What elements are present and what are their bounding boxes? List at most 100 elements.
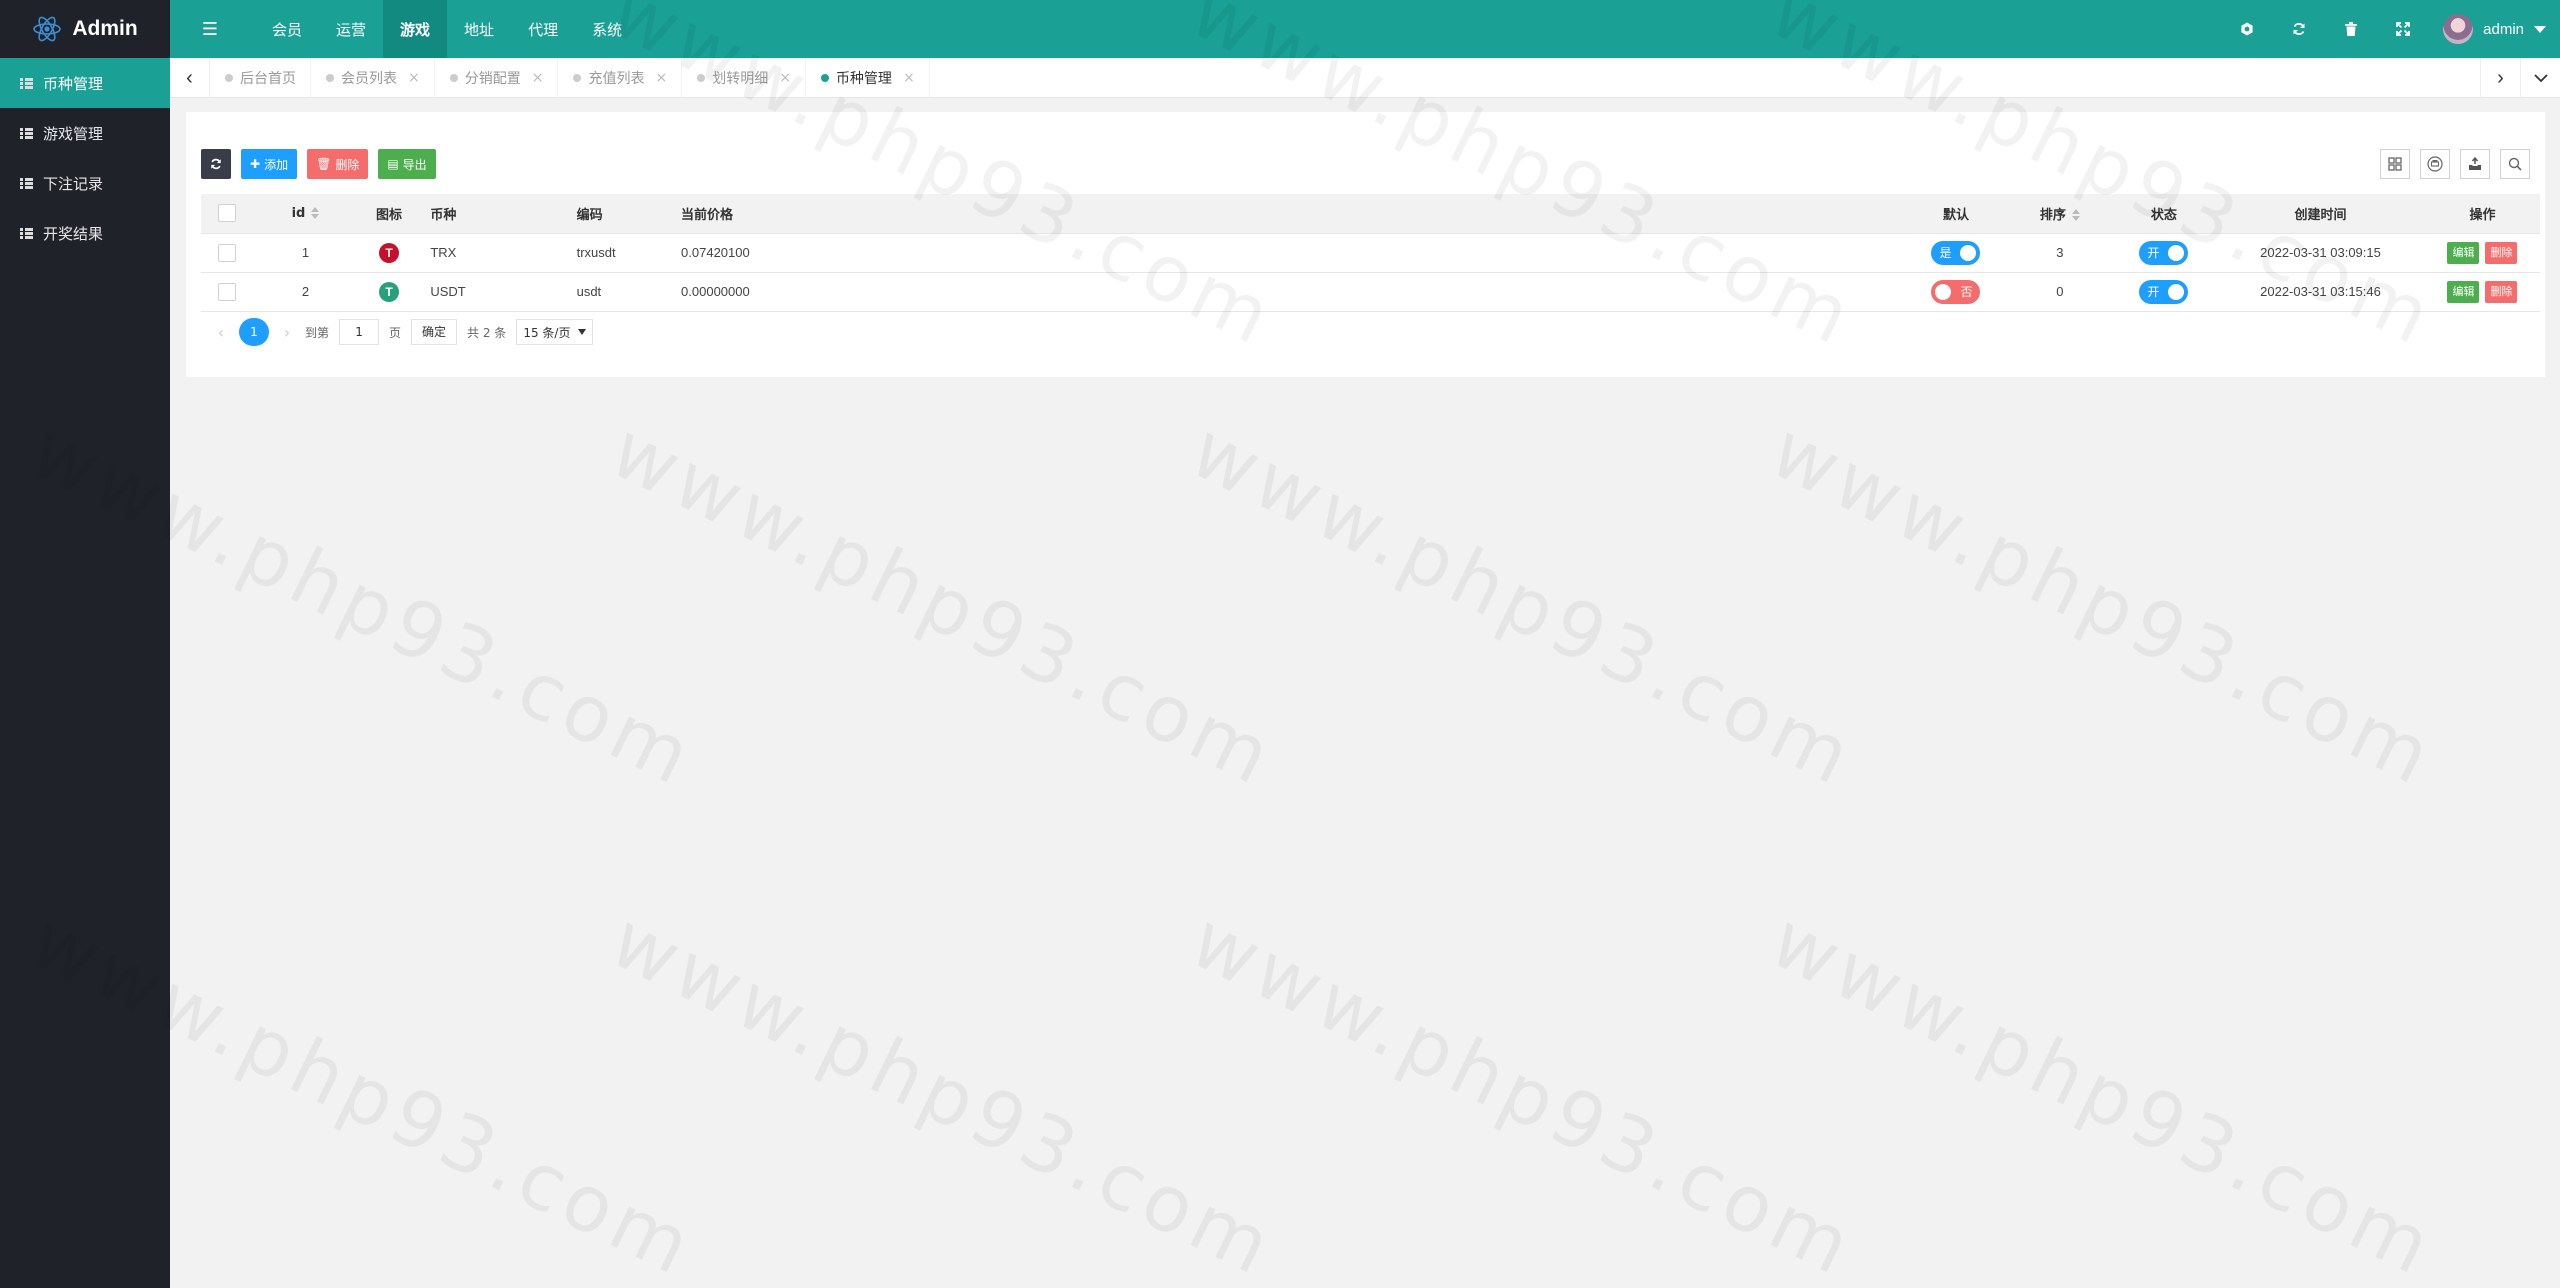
prev-page-icon[interactable]: ‹ xyxy=(213,323,229,342)
select-all-checkbox[interactable] xyxy=(218,204,237,223)
list-icon xyxy=(20,77,33,89)
column-header-sort[interactable]: 排序 xyxy=(2008,194,2112,233)
sidebar-item-currency[interactable]: 币种管理 xyxy=(0,58,170,108)
chevron-right-icon[interactable]: › xyxy=(2480,58,2520,98)
cell-id: 1 xyxy=(253,232,358,273)
tab-dot xyxy=(697,74,706,82)
export-button-label: 导出 xyxy=(402,157,427,172)
cell-price: 0.07420100 xyxy=(671,232,1904,273)
nav-item-member[interactable]: 会员 xyxy=(255,0,319,58)
refresh-icon xyxy=(211,158,221,170)
refresh-button[interactable] xyxy=(201,149,231,179)
cell-code: trxusdt xyxy=(566,232,672,273)
plus-icon: ✚ xyxy=(250,157,261,171)
goto-label: 到第 xyxy=(305,325,330,340)
default-toggle[interactable]: 是 xyxy=(1931,240,1981,265)
column-header-icon: 图标 xyxy=(357,194,421,233)
toggle-label: 开 xyxy=(2147,246,2160,260)
page-unit-label: 页 xyxy=(389,325,402,340)
close-icon[interactable]: × xyxy=(532,70,544,86)
tab-dashboard[interactable]: 后台首页 xyxy=(210,58,311,98)
nav-item-operation[interactable]: 运营 xyxy=(319,0,383,58)
tab-dot xyxy=(573,74,582,82)
list-icon xyxy=(20,127,33,139)
sort-icon[interactable] xyxy=(2071,209,2080,222)
watermark-text: www.php93.com xyxy=(597,895,1290,1288)
list-icon xyxy=(20,227,33,239)
row-checkbox[interactable] xyxy=(218,243,237,262)
nav-item-system[interactable]: 系统 xyxy=(575,0,639,58)
settings-icon[interactable] xyxy=(2221,0,2273,58)
goto-page-input[interactable]: 1 xyxy=(339,319,380,345)
close-icon[interactable]: × xyxy=(655,70,667,86)
edit-button[interactable]: 编辑 xyxy=(2447,241,2480,264)
fullscreen-icon[interactable] xyxy=(2377,0,2429,58)
cell-price: 0.00000000 xyxy=(671,271,1904,312)
tab-recharge[interactable]: 充值列表 × xyxy=(558,58,683,98)
sidebar-item-games[interactable]: 游戏管理 xyxy=(0,108,170,158)
cell-created: 2022-03-31 03:15:46 xyxy=(2216,271,2425,312)
row-checkbox[interactable] xyxy=(218,282,237,301)
edit-button[interactable]: 编辑 xyxy=(2447,280,2480,303)
tab-label: 会员列表 xyxy=(341,71,397,87)
status-toggle[interactable]: 开 xyxy=(2139,240,2189,265)
toggle-label: 否 xyxy=(1960,285,1973,299)
columns-filter-icon[interactable] xyxy=(2380,149,2410,179)
tab-currency[interactable]: 币种管理 × xyxy=(806,58,930,98)
tab-list: 后台首页 会员列表 × 分销配置 × 充值列表 × 划转明细 × 币种管理 × xyxy=(210,58,930,98)
table-tools xyxy=(2380,149,2530,179)
watermark-text: www.php93.com xyxy=(1757,405,2450,805)
sidebar-item-bets[interactable]: 下注记录 xyxy=(0,158,170,208)
main-card: ✚ 添加 🗑︎ 删除 ▤ 导出 id 图标 币种 编码 当前价格 默认 排序 状… xyxy=(186,112,2545,377)
user-menu[interactable]: admin xyxy=(2429,14,2560,44)
logo[interactable]: Admin xyxy=(0,0,170,58)
column-header-id[interactable]: id xyxy=(253,194,358,233)
cell-sort: 3 xyxy=(2008,232,2112,273)
nav-item-game[interactable]: 游戏 xyxy=(383,0,448,58)
table-row: 2 T USDT usdt 0.00000000 否 0 开 2022-03-3… xyxy=(201,271,2540,312)
tab-distribution[interactable]: 分销配置 × xyxy=(435,58,559,98)
tab-dot xyxy=(225,74,233,82)
goto-confirm-button[interactable]: 确定 xyxy=(411,319,458,345)
refresh-icon[interactable] xyxy=(2273,0,2325,58)
export-icon[interactable] xyxy=(2460,149,2490,179)
add-button-label: 添加 xyxy=(264,157,289,172)
export-button[interactable]: ▤ 导出 xyxy=(378,149,436,179)
close-icon[interactable]: × xyxy=(903,70,915,86)
table-toolbar: ✚ 添加 🗑︎ 删除 ▤ 导出 xyxy=(201,149,436,179)
trash-icon[interactable] xyxy=(2325,0,2377,58)
sidebar-item-results[interactable]: 开奖结果 xyxy=(0,208,170,258)
currency-table: id 图标 币种 编码 当前价格 默认 排序 状态 创建时间 操作 1 T TR… xyxy=(201,194,2540,312)
default-toggle[interactable]: 否 xyxy=(1931,279,1981,304)
toggle-knob xyxy=(1960,244,1977,261)
status-toggle[interactable]: 开 xyxy=(2139,279,2189,304)
row-delete-button[interactable]: 删除 xyxy=(2485,241,2518,264)
column-header-code: 编码 xyxy=(566,194,672,233)
tab-label: 划转明细 xyxy=(712,71,769,87)
tab-member-list[interactable]: 会员列表 × xyxy=(311,58,435,98)
close-icon[interactable]: × xyxy=(408,70,420,86)
nav-item-address[interactable]: 地址 xyxy=(447,0,511,58)
current-page[interactable]: 1 xyxy=(239,318,269,346)
toggle-knob xyxy=(2168,283,2185,300)
search-icon[interactable] xyxy=(2500,149,2530,179)
menu-toggle-icon[interactable]: ☰ xyxy=(198,17,222,41)
delete-button[interactable]: 🗑︎ 删除 xyxy=(307,149,369,179)
table-row: 1 T TRX trxusdt 0.07420100 是 3 开 2022-03… xyxy=(201,232,2540,273)
avatar xyxy=(2443,14,2474,44)
total-count: 共 2 条 xyxy=(467,325,507,340)
add-button[interactable]: ✚ 添加 xyxy=(241,149,298,179)
delete-button-label: 删除 xyxy=(335,157,360,172)
watermark-text: www.php93.com xyxy=(1757,895,2450,1288)
page-size-select[interactable]: 15 条/页 xyxy=(516,319,594,345)
row-delete-button[interactable]: 删除 xyxy=(2485,280,2518,303)
close-icon[interactable]: × xyxy=(779,70,791,86)
chevron-left-icon[interactable]: ‹ xyxy=(170,58,210,98)
chevron-down-icon[interactable] xyxy=(2520,58,2560,98)
tab-transfer[interactable]: 划转明细 × xyxy=(682,58,806,98)
nav-item-agent[interactable]: 代理 xyxy=(511,0,575,58)
next-page-icon[interactable]: › xyxy=(279,323,295,342)
print-icon[interactable] xyxy=(2420,149,2450,179)
toggle-label: 开 xyxy=(2147,285,2160,299)
sort-icon[interactable] xyxy=(311,207,320,220)
